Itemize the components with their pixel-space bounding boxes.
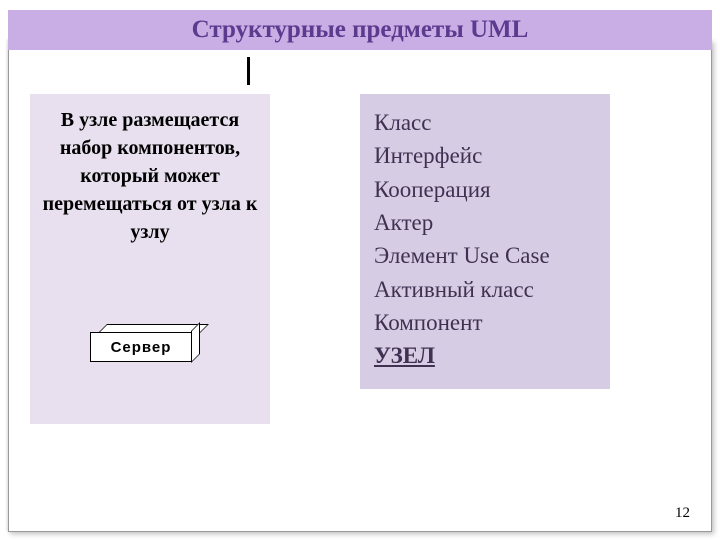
list-item: Кооперация	[374, 173, 596, 206]
list-item: Актер	[374, 206, 596, 239]
server-label: Сервер	[111, 339, 172, 356]
list-item-highlighted: УЗЕЛ	[374, 339, 596, 372]
list-item: Активный класс	[374, 273, 596, 306]
server-diagram: Сервер	[90, 332, 210, 382]
title-bar: Структурные предметы UML	[8, 10, 712, 50]
right-panel: Класс Интерфейс Кооперация Актер Элемент…	[360, 94, 610, 389]
page-number: 12	[675, 505, 690, 522]
list-item: Интерфейс	[374, 139, 596, 172]
left-panel: В узле размещается набор компонентов, ко…	[30, 94, 270, 424]
list-item: Элемент Use Case	[374, 239, 596, 272]
cuboid-side-face	[191, 322, 200, 363]
node-cuboid: Сервер	[90, 332, 200, 367]
list-item: Компонент	[374, 306, 596, 339]
list-item: Класс	[374, 106, 596, 139]
text-cursor	[247, 57, 250, 85]
cuboid-front-face: Сервер	[90, 332, 192, 362]
slide-title: Структурные предметы UML	[192, 16, 529, 44]
node-description: В узле размещается набор компонентов, ко…	[40, 106, 260, 246]
